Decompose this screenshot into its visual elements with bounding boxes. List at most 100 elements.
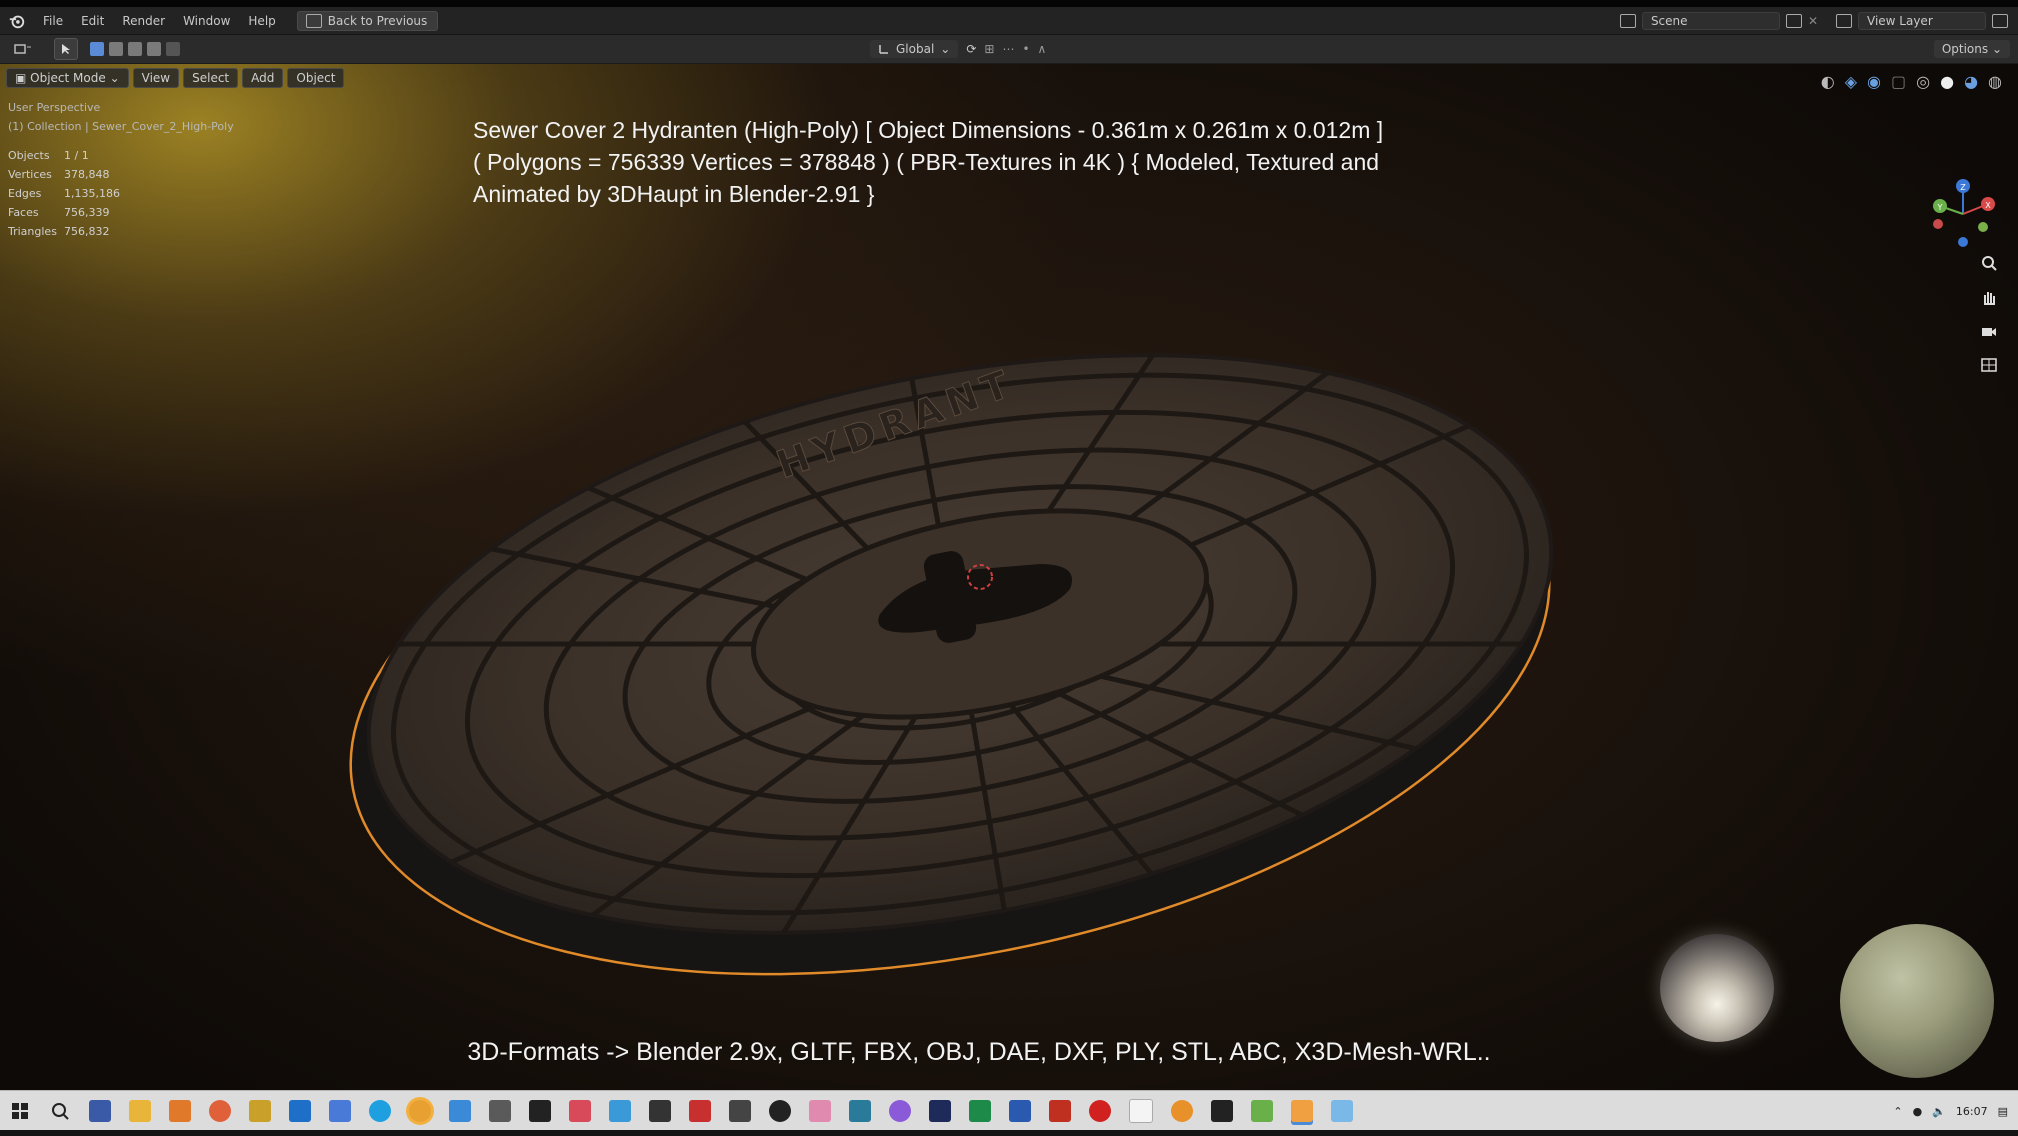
- document-app-icon[interactable]: [849, 1100, 871, 1122]
- flame-app-icon[interactable]: [169, 1100, 191, 1122]
- star-app-icon[interactable]: [1049, 1100, 1071, 1122]
- menu-object[interactable]: Object: [287, 68, 345, 88]
- tools-icon[interactable]: [489, 1100, 511, 1122]
- mode-subtract-icon[interactable]: [128, 42, 142, 56]
- palette-icon[interactable]: [809, 1100, 831, 1122]
- wireframe-shading-icon[interactable]: ◎: [1916, 72, 1930, 91]
- word-icon[interactable]: [1009, 1100, 1031, 1122]
- volume-icon[interactable]: 🔈: [1932, 1105, 1946, 1118]
- description-line-1: Sewer Cover 2 Hydranten (High-Poly) [ Ob…: [473, 117, 1384, 143]
- scene-selector[interactable]: Scene ✕: [1619, 11, 1818, 30]
- select-tool-button[interactable]: [54, 38, 78, 60]
- solid-shading-icon[interactable]: ●: [1940, 72, 1954, 91]
- new-view-layer-icon[interactable]: [1992, 13, 2008, 28]
- neg-x-axis-icon[interactable]: [1933, 219, 1943, 229]
- xray-icon[interactable]: ▢: [1891, 72, 1906, 91]
- firefox-icon[interactable]: [209, 1100, 231, 1122]
- hdri-preview-sphere: [1660, 934, 1774, 1042]
- calc-icon[interactable]: [449, 1100, 471, 1122]
- options-dropdown[interactable]: Options ⌄: [1933, 40, 2010, 58]
- krita-icon[interactable]: [929, 1100, 951, 1122]
- zoom-icon[interactable]: [1980, 254, 1998, 272]
- notes-icon[interactable]: [249, 1100, 271, 1122]
- unity-icon[interactable]: [529, 1100, 551, 1122]
- x-axis-label: X: [1985, 201, 1991, 210]
- neg-z-axis-icon[interactable]: [1958, 237, 1968, 247]
- opera-icon[interactable]: [1089, 1100, 1111, 1122]
- view-layer-selector[interactable]: View Layer: [1836, 11, 2008, 30]
- menu-select[interactable]: Select: [183, 68, 239, 88]
- camera-view-icon[interactable]: [1980, 322, 1998, 340]
- outlook-icon[interactable]: [289, 1100, 311, 1122]
- menu-window[interactable]: Window: [174, 14, 239, 28]
- scene-name-field[interactable]: Scene: [1641, 11, 1780, 30]
- pan-hand-icon[interactable]: [1980, 288, 1998, 306]
- pen-tool-icon[interactable]: [609, 1100, 631, 1122]
- notepad-icon[interactable]: [1331, 1100, 1353, 1122]
- menu-edit[interactable]: Edit: [72, 14, 113, 28]
- diamond-app-icon[interactable]: [649, 1100, 671, 1122]
- search-icon[interactable]: [49, 1100, 71, 1122]
- view-layer-name-field[interactable]: View Layer: [1858, 11, 1986, 30]
- remove-scene-icon[interactable]: ✕: [1808, 14, 1818, 28]
- blender-taskbar-icon[interactable]: [1291, 1100, 1313, 1122]
- gizmo-toggle-icon[interactable]: ◈: [1845, 72, 1857, 91]
- menu-view[interactable]: View: [132, 68, 180, 88]
- skype-icon[interactable]: [369, 1100, 391, 1122]
- excel-icon[interactable]: [969, 1100, 991, 1122]
- green-app-icon[interactable]: [1251, 1100, 1273, 1122]
- transform-orientation-value: Global: [896, 42, 935, 56]
- windows-taskbar: ⌃ ● 🔈 16:07 ▤: [0, 1090, 2018, 1131]
- falloff-curve-icon[interactable]: ∧: [1038, 42, 1047, 56]
- new-scene-icon[interactable]: [1785, 13, 1802, 28]
- stat-label: Vertices: [8, 168, 52, 181]
- sphere-app-icon[interactable]: [889, 1100, 911, 1122]
- neg-y-axis-icon[interactable]: [1978, 222, 1988, 232]
- mode-intersect-icon[interactable]: [166, 42, 180, 56]
- paint-icon[interactable]: [569, 1100, 591, 1122]
- proportional-editing-icon[interactable]: •: [1022, 42, 1029, 56]
- sewer-cover-model[interactable]: HYDRANT: [280, 314, 1560, 1004]
- material-shading-icon[interactable]: ◕: [1964, 72, 1978, 91]
- blender-logo-icon[interactable]: [8, 12, 26, 30]
- save-icon[interactable]: [89, 1100, 111, 1122]
- viewport-header: ▣ Object Mode ⌄ View Select Add Object: [6, 68, 345, 88]
- folder-icon[interactable]: [129, 1100, 151, 1122]
- menu-add[interactable]: Add: [242, 68, 284, 88]
- snap-icon[interactable]: ⊞: [984, 42, 994, 56]
- stat-row: Vertices 378,848: [8, 165, 120, 184]
- pivot-point-icon[interactable]: ⟳: [966, 42, 976, 56]
- mode-extend-icon[interactable]: [109, 42, 123, 56]
- editor-type-button[interactable]: [8, 39, 38, 59]
- mode-invert-icon[interactable]: [147, 42, 161, 56]
- terminal-icon[interactable]: [1211, 1100, 1233, 1122]
- 3d-viewport[interactable]: ▣ Object Mode ⌄ View Select Add Object U…: [0, 64, 2018, 1090]
- stat-row: Faces 756,339: [8, 203, 120, 222]
- rendered-shading-icon[interactable]: ◍: [1988, 72, 2002, 91]
- chevron-up-icon[interactable]: ⌃: [1893, 1105, 1902, 1118]
- object-mode-dropdown[interactable]: ▣ Object Mode ⌄: [6, 68, 129, 88]
- overlays-icon[interactable]: ◉: [1867, 72, 1881, 91]
- menu-file[interactable]: File: [34, 14, 72, 28]
- chrome-icon[interactable]: [409, 1100, 431, 1122]
- menu-render[interactable]: Render: [113, 14, 174, 28]
- perspective-label: User Perspective: [8, 101, 101, 114]
- snap-target-icon[interactable]: ⋯: [1002, 42, 1014, 56]
- menu-help[interactable]: Help: [239, 14, 284, 28]
- network-icon[interactable]: [329, 1100, 351, 1122]
- file-icon[interactable]: [1129, 1099, 1153, 1123]
- clock[interactable]: 16:07: [1956, 1105, 1988, 1118]
- notifications-icon[interactable]: ▤: [1998, 1105, 2008, 1118]
- unity-hub-icon[interactable]: [769, 1100, 791, 1122]
- back-to-previous-button[interactable]: Back to Previous: [296, 10, 439, 31]
- viewport-shading-controls: ◐ ◈ ◉ ▢ ◎ ● ◕ ◍: [1821, 72, 2002, 91]
- red-app-icon[interactable]: [689, 1100, 711, 1122]
- mode-set-icon[interactable]: [90, 42, 104, 56]
- visibility-icon[interactable]: ◐: [1821, 72, 1835, 91]
- transform-orientation-dropdown[interactable]: Global ⌄: [870, 40, 959, 58]
- windows-start-icon[interactable]: [9, 1100, 31, 1122]
- blender-small-icon[interactable]: [1171, 1100, 1193, 1122]
- network-tray-icon[interactable]: ●: [1913, 1105, 1923, 1118]
- grid-view-icon[interactable]: [1980, 356, 1998, 374]
- media-icon[interactable]: [729, 1100, 751, 1122]
